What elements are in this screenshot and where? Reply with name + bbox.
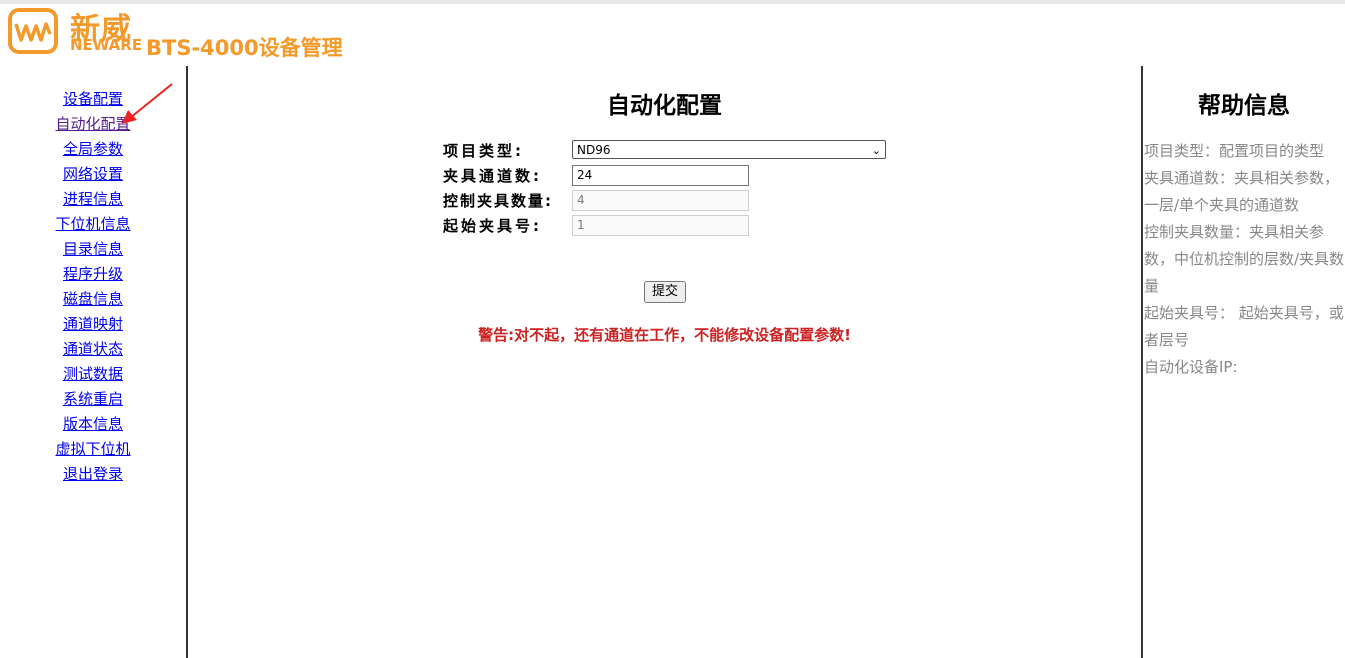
submit-button[interactable]: 提交	[644, 281, 686, 303]
project-type-select[interactable]: ND96 ⌄	[572, 140, 886, 159]
chevron-down-icon: ⌄	[871, 144, 881, 157]
sidebar-item-lower-machine-info[interactable]: 下位机信息	[0, 213, 186, 238]
help-divider	[1141, 66, 1143, 658]
top-border	[0, 0, 1345, 4]
start-fixture-no-row: 起始夹具号: 1	[443, 213, 903, 238]
sidebar-item-channel-mapping[interactable]: 通道映射	[0, 313, 186, 338]
control-fixture-count-row: 控制夹具数量: 4	[443, 188, 903, 213]
help-line-automation-ip: 自动化设备IP:	[1144, 358, 1238, 376]
start-fixture-no-input[interactable]: 1	[572, 215, 749, 236]
sidebar-item-process-info[interactable]: 进程信息	[0, 188, 186, 213]
project-type-label: 项目类型:	[443, 142, 524, 160]
sidebar-item-network-settings[interactable]: 网络设置	[0, 163, 186, 188]
sidebar-item-directory-info[interactable]: 目录信息	[0, 238, 186, 263]
brand-logo: 新威 NEWARE BTS-4000设备管理	[8, 6, 368, 62]
sidebar-item-test-data[interactable]: 测试数据	[0, 363, 186, 388]
help-line-fixture-channels: 夹具通道数：夹具相关参数，一层/单个夹具的通道数	[1144, 169, 1340, 214]
warning-message: 警告:对不起，还有通道在工作，不能修改设备配置参数!	[478, 326, 851, 344]
start-fixture-no-label: 起始夹具号:	[443, 217, 542, 235]
fixture-channels-input[interactable]: 24	[572, 165, 749, 186]
sidebar-item-system-restart[interactable]: 系统重启	[0, 388, 186, 413]
sidebar-item-global-params[interactable]: 全局参数	[0, 138, 186, 163]
sidebar-item-channel-status[interactable]: 通道状态	[0, 338, 186, 363]
help-line-project-type: 项目类型：配置项目的类型	[1144, 142, 1325, 160]
page-title: 自动化配置	[607, 93, 722, 119]
neware-logo-icon	[8, 8, 58, 54]
sidebar-item-virtual-lower-machine[interactable]: 虚拟下位机	[0, 438, 186, 463]
sidebar-divider	[186, 66, 188, 658]
project-type-row: 项目类型: ND96 ⌄	[443, 138, 903, 163]
fixture-channels-row: 夹具通道数: 24	[443, 163, 903, 188]
app-title: BTS-4000设备管理	[146, 36, 343, 60]
project-type-value: ND96	[577, 143, 611, 157]
sidebar-item-version-info[interactable]: 版本信息	[0, 413, 186, 438]
sidebar-item-program-upgrade[interactable]: 程序升级	[0, 263, 186, 288]
help-title: 帮助信息	[1198, 93, 1290, 119]
red-arrow-annotation-icon	[122, 83, 173, 124]
help-panel: 项目类型：配置项目的类型 夹具通道数：夹具相关参数，一层/单个夹具的通道数 控制…	[1144, 138, 1345, 381]
help-line-control-fixture-count: 控制夹具数量：夹具相关参数，中位机控制的层数/夹具数量	[1144, 223, 1345, 295]
control-fixture-count-input[interactable]: 4	[572, 190, 749, 211]
sidebar-item-logout[interactable]: 退出登录	[0, 463, 186, 488]
brand-name-en: NEWARE	[70, 36, 143, 54]
control-fixture-count-label: 控制夹具数量:	[443, 192, 553, 210]
sidebar-nav: 设备配置 自动化配置 全局参数 网络设置 进程信息 下位机信息 目录信息 程序升…	[0, 88, 186, 488]
fixture-channels-label: 夹具通道数:	[443, 167, 542, 185]
sidebar-item-disk-info[interactable]: 磁盘信息	[0, 288, 186, 313]
help-line-start-fixture-no: 起始夹具号： 起始夹具号，或者层号	[1144, 304, 1344, 349]
